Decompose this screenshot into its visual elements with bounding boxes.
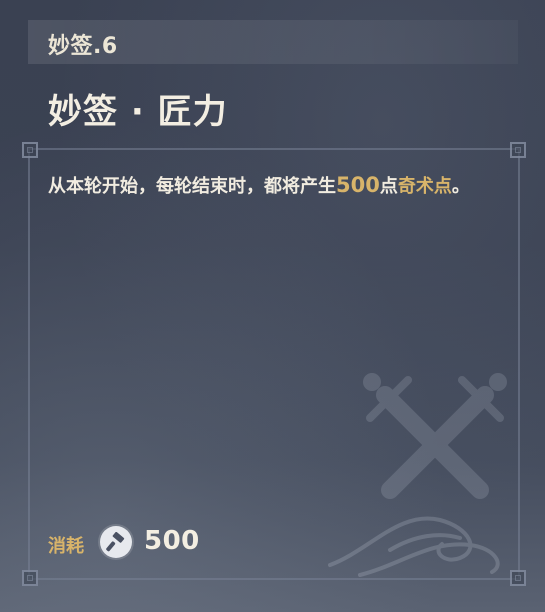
description-end: 。 (451, 176, 470, 197)
description-highlight: 奇术点 (397, 176, 452, 197)
frame-corner-top-right (510, 142, 526, 158)
description-text: 从本轮开始，每轮结束时，都将产生500点奇术点。 (48, 170, 508, 202)
frame-corner-bottom-left (22, 570, 38, 586)
card-title: 妙签 · 匠力 (48, 92, 228, 132)
hammer-icon (100, 526, 132, 558)
description-part1: 从本轮开始，每轮结束时，都将产生 (48, 176, 336, 197)
frame-corner-bottom-right (510, 570, 526, 586)
description-part2: 点 (379, 176, 398, 197)
cost-value: 500 (144, 526, 200, 556)
wave-emblem-icon (328, 516, 500, 577)
talent-card: 妙签.6 妙签 · 匠力 从本轮开始，每轮结束时，都将产生500点奇术点。 消耗 (0, 0, 545, 612)
description-amount: 500 (336, 173, 380, 197)
cost-label: 消耗 (48, 536, 84, 557)
level-label: 妙签.6 (48, 34, 118, 59)
frame-corner-top-left (22, 142, 38, 158)
